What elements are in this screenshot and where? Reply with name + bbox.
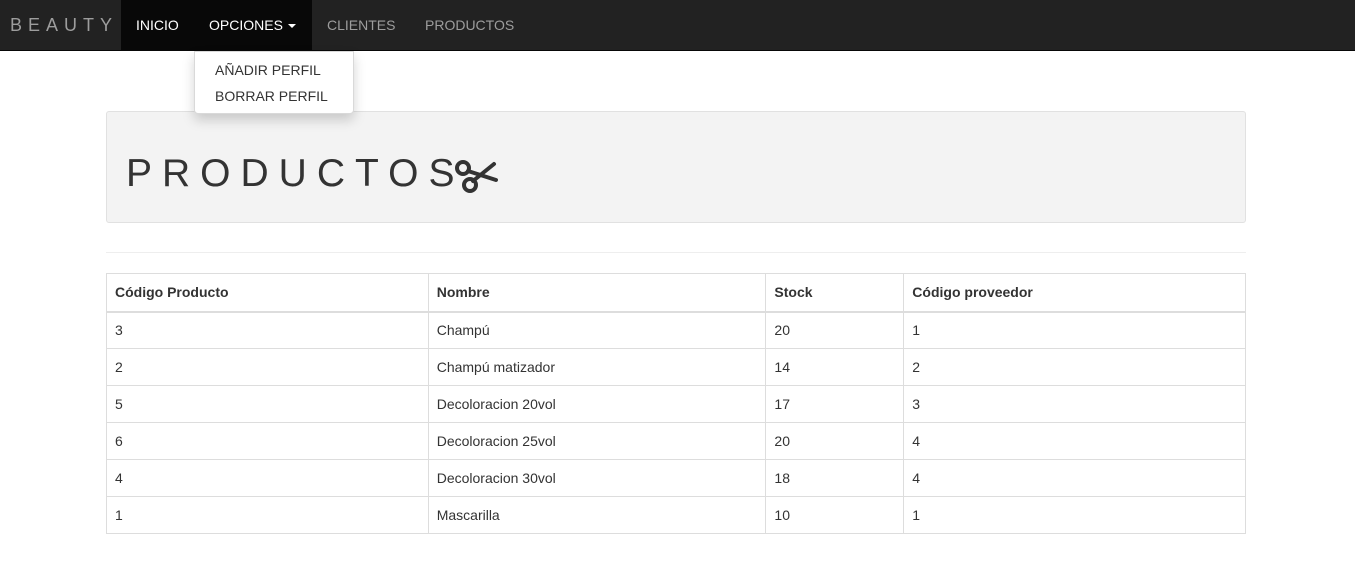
caret-down-icon xyxy=(287,24,296,29)
cell-stock: 10 xyxy=(765,496,905,534)
cell-stock: 20 xyxy=(765,422,905,460)
column-header-stock: Stock xyxy=(765,273,905,313)
table-row: 1 Mascarilla 10 1 xyxy=(106,496,1246,534)
cell-stock: 20 xyxy=(765,311,905,349)
page-title-text: PRODUCTOS xyxy=(126,152,465,195)
products-table: Código Producto Nombre Stock Código prov… xyxy=(106,273,1246,534)
nav-item-clientes[interactable]: CLIENTES xyxy=(312,0,410,50)
jumbotron: PRODUCTOS xyxy=(106,111,1246,223)
page-title: PRODUCTOS xyxy=(126,152,499,196)
cell-codigo-producto: 1 xyxy=(106,496,429,534)
cell-codigo-proveedor: 3 xyxy=(903,385,1246,423)
table-row: 3 Champú 20 1 xyxy=(106,311,1246,349)
nav-item-inicio[interactable]: INICIO xyxy=(121,0,194,50)
table-row: 5 Decoloracion 20vol 17 3 xyxy=(106,385,1246,423)
cell-codigo-producto: 6 xyxy=(106,422,429,460)
cell-nombre: Mascarilla xyxy=(427,496,767,534)
cell-codigo-producto: 3 xyxy=(106,311,429,349)
cell-stock: 17 xyxy=(765,385,905,423)
column-header-nombre: Nombre xyxy=(427,273,767,313)
cell-codigo-proveedor: 2 xyxy=(903,348,1246,386)
dropdown-item-borrar-perfil[interactable]: BORRAR PERFIL xyxy=(195,83,353,109)
table-header-row: Código Producto Nombre Stock Código prov… xyxy=(106,273,1246,313)
cell-codigo-proveedor: 4 xyxy=(903,422,1246,460)
dropdown-item-anadir-perfil[interactable]: AÑADIR PERFIL xyxy=(195,57,353,83)
nav-item-productos[interactable]: PRODUCTOS xyxy=(410,0,530,50)
table-row: 4 Decoloracion 30vol 18 4 xyxy=(106,459,1246,497)
cell-nombre: Champú xyxy=(427,311,767,349)
scissors-icon xyxy=(455,159,499,193)
cell-nombre: Champú matizador xyxy=(427,348,767,386)
nav-item-opciones-label: OPCIONES xyxy=(209,17,283,33)
cell-stock: 14 xyxy=(765,348,905,386)
cell-nombre: Decoloracion 30vol xyxy=(427,459,767,497)
table-row: 2 Champú matizador 14 2 xyxy=(106,348,1246,386)
column-header-codigo-producto: Código Producto xyxy=(106,273,429,313)
cell-nombre: Decoloracion 20vol xyxy=(427,385,767,423)
cell-codigo-proveedor: 1 xyxy=(903,496,1246,534)
table-row: 6 Decoloracion 25vol 20 4 xyxy=(106,422,1246,460)
cell-codigo-producto: 2 xyxy=(106,348,429,386)
cell-codigo-proveedor: 1 xyxy=(903,311,1246,349)
cell-codigo-producto: 4 xyxy=(106,459,429,497)
navbar: BEAUTY INICIO OPCIONES CLIENTES PRODUCTO… xyxy=(0,0,1355,51)
cell-nombre: Decoloracion 25vol xyxy=(427,422,767,460)
brand-logo[interactable]: BEAUTY xyxy=(10,0,118,50)
cell-codigo-proveedor: 4 xyxy=(903,459,1246,497)
cell-codigo-producto: 5 xyxy=(106,385,429,423)
nav-item-opciones[interactable]: OPCIONES xyxy=(194,0,312,50)
opciones-dropdown-menu: AÑADIR PERFIL BORRAR PERFIL xyxy=(194,51,354,114)
cell-stock: 18 xyxy=(765,459,905,497)
column-header-codigo-proveedor: Código proveedor xyxy=(903,273,1246,313)
divider xyxy=(106,252,1246,253)
